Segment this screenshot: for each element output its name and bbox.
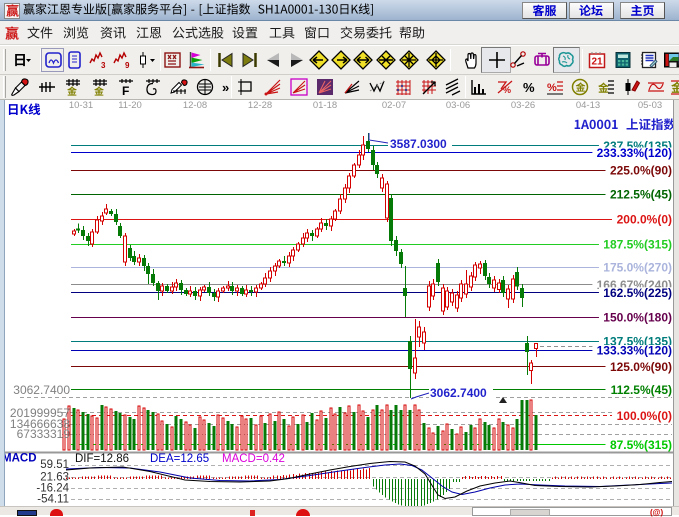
svg-text:04-13: 04-13 (576, 100, 600, 111)
svg-text:187.5%(315): 187.5%(315) (603, 238, 672, 252)
svg-text:%: % (503, 85, 511, 95)
svg-text:133.33%(120): 133.33%(120) (597, 344, 672, 358)
svg-text:DEA=12.65: DEA=12.65 (150, 453, 209, 465)
svg-text:02-07: 02-07 (382, 100, 406, 111)
svg-text:MACD=0.42: MACD=0.42 (222, 453, 285, 465)
svg-text:»: » (222, 80, 229, 95)
svg-text:12-08: 12-08 (183, 100, 207, 111)
svg-text:03-26: 03-26 (511, 100, 535, 111)
svg-text:67333319: 67333319 (17, 427, 71, 441)
svg-text:-54.11: -54.11 (37, 494, 69, 506)
svg-text:MACD: MACD (2, 453, 37, 465)
svg-text:175.0%(270): 175.0%(270) (603, 261, 672, 275)
svg-text:F: F (122, 84, 129, 97)
svg-text:10-31: 10-31 (69, 100, 93, 111)
svg-text:87.5%(315): 87.5%(315) (610, 438, 672, 452)
svg-text:21: 21 (592, 57, 604, 68)
svg-text:3: 3 (101, 61, 106, 70)
svg-text:112.5%(45): 112.5%(45) (611, 383, 672, 397)
svg-text:9: 9 (125, 61, 130, 70)
svg-text:150.0%(180): 150.0%(180) (603, 311, 672, 325)
svg-text:3062.7400: 3062.7400 (13, 383, 70, 397)
svg-text:225.0%(90): 225.0%(90) (610, 164, 672, 178)
svg-text:11-20: 11-20 (118, 100, 142, 111)
svg-text:162.5%(225): 162.5%(225) (603, 286, 672, 300)
svg-text:DIF=12.86: DIF=12.86 (75, 453, 129, 465)
svg-text:100.0%(0): 100.0%(0) (617, 409, 672, 423)
svg-text:212.5%(45): 212.5%(45) (610, 188, 672, 202)
svg-text:12-28: 12-28 (248, 100, 272, 111)
svg-text:233.33%(120): 233.33%(120) (597, 146, 672, 160)
svg-text:3587.0300: 3587.0300 (390, 137, 447, 151)
svg-text:3062.7400: 3062.7400 (430, 386, 487, 400)
svg-text:200.0%(0): 200.0%(0) (617, 213, 672, 227)
svg-text:%: % (547, 82, 557, 94)
svg-text:%: % (523, 80, 535, 95)
svg-text:125.0%(90): 125.0%(90) (610, 360, 672, 374)
svg-text:01-18: 01-18 (313, 100, 337, 111)
svg-text:59.51: 59.51 (40, 459, 69, 471)
svg-text:05-03: 05-03 (638, 100, 662, 111)
svg-text:03-06: 03-06 (446, 100, 470, 111)
